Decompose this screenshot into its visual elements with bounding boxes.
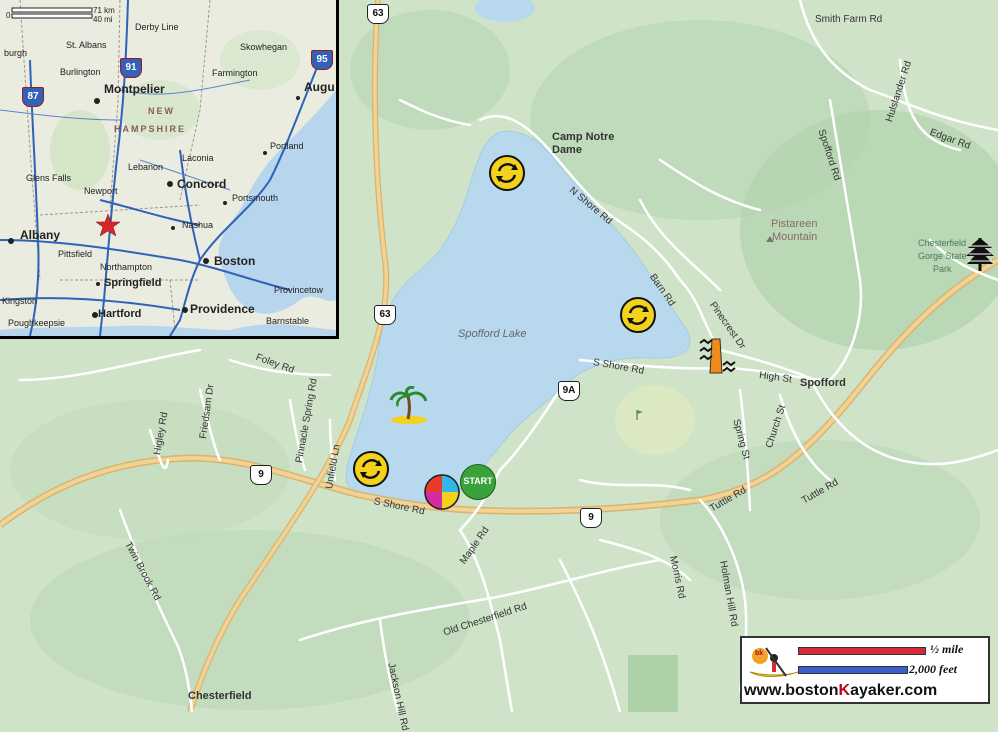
inset-label-montpelier: Montpelier — [104, 82, 165, 96]
palm-island-icon[interactable] — [388, 386, 432, 426]
inset-label-burlington: Burlington — [60, 67, 101, 77]
inset-label-provincetow: Provincetow — [274, 285, 324, 295]
inset-label-kingston: Kingston — [2, 296, 38, 306]
inset-interstate-95: 95 — [311, 50, 333, 70]
inset-scale-zero: 0 — [6, 11, 11, 20]
marker-circular-1[interactable] — [489, 155, 525, 191]
url-k: K — [838, 682, 851, 699]
inset-label-newport: Newport — [84, 186, 118, 196]
start-label: START — [463, 476, 493, 486]
inset-label-st-albans: St. Albans — [66, 40, 107, 50]
scale-bar-red — [798, 647, 926, 655]
inset-label-nashua: Nashua — [182, 220, 214, 230]
inset-label-derby-line: Derby Line — [135, 22, 179, 32]
place-label-gorge-1: Chesterfield — [918, 238, 967, 248]
url-prefix: www.boston — [744, 682, 839, 699]
inset-label-state-line1: NEW — [148, 106, 175, 116]
inset-label-northampton: Northampton — [100, 262, 153, 272]
inset-label-providence: Providence — [190, 302, 255, 316]
inset-label-portland: Portland — [270, 141, 304, 151]
inset-label-springfield: Springfield — [104, 277, 162, 289]
route-shield-9-east: 9 — [580, 508, 602, 528]
locator-inset-map: 0 71 km 40 mi Derby Line burgh St. Alban… — [0, 0, 339, 339]
inset-label-poughkeepsie: Poughkeepsie — [8, 318, 66, 328]
inset-label-portsmouth: Portsmouth — [232, 193, 279, 203]
place-label-gorge-3: Park — [933, 264, 952, 274]
kayaker-logo-icon — [749, 647, 799, 677]
lake-label: Spofford Lake — [458, 328, 527, 340]
boston-kayaker-logo[interactable]: bk ½ mile 2,000 feet www.bostonKayaker.c… — [740, 636, 990, 704]
route-shield-9-west: 9 — [250, 465, 272, 485]
scale-bar-blue — [798, 666, 908, 674]
inset-scale-km: 71 km — [93, 6, 115, 15]
town-label-camp-notre-2: Dame — [552, 144, 582, 156]
url-suffix: ayaker.com — [850, 682, 938, 699]
scale-half-mile: ½ mile — [930, 642, 964, 656]
inset-label-augu: Augu — [304, 80, 335, 94]
inset-label-boston: Boston — [214, 254, 256, 268]
town-label-chesterfield: Chesterfield — [188, 690, 252, 702]
marker-circular-3[interactable] — [353, 451, 389, 487]
logo-badge: bk — [755, 650, 764, 657]
route-shield-63-north: 63 — [367, 4, 389, 24]
inset-label-laconia: Laconia — [182, 153, 214, 163]
place-label-pistareen-2: Mountain — [772, 231, 818, 243]
inset-scale-mi: 40 mi — [93, 15, 113, 24]
road-label-smith-farm: Smith Farm Rd — [815, 14, 883, 25]
state-park-tree-icon[interactable] — [964, 234, 996, 272]
inset-label-concord: Concord — [177, 177, 227, 191]
route-shield-9a: 9A — [558, 381, 580, 401]
route-shield-63-mid: 63 — [374, 305, 396, 325]
marker-circular-2[interactable] — [620, 297, 656, 333]
place-label-pistareen-1: Pistareen — [771, 218, 818, 230]
inset-label-lebanon: Lebanon — [128, 162, 164, 172]
inset-label-glens-falls: Glens Falls — [26, 173, 72, 183]
inset-label-farmington: Farmington — [212, 68, 258, 78]
town-label-spofford: Spofford — [800, 377, 846, 389]
place-label-gorge-2: Gorge State — [918, 251, 967, 261]
town-label-camp-notre-1: Camp Notre — [552, 131, 615, 143]
inset-label-hartford: Hartford — [98, 308, 142, 320]
inset-label-albany: Albany — [20, 228, 61, 242]
inset-interstate-91: 91 — [120, 58, 142, 78]
inset-label-state-line2: HAMPSHIRE — [114, 124, 187, 134]
inset-label-pittsfield: Pittsfield — [58, 249, 93, 259]
start-marker[interactable]: START — [460, 464, 496, 500]
inset-label-skowhegan: Skowhegan — [240, 42, 288, 52]
inset-label-burgh: burgh — [4, 48, 28, 58]
beach-ball-icon[interactable] — [423, 473, 461, 511]
scale-feet: 2,000 feet — [909, 662, 957, 676]
site-url[interactable]: www.bostonKayaker.com — [744, 682, 937, 700]
dam-icon[interactable] — [698, 337, 738, 377]
inset-interstate-87: 87 — [22, 87, 44, 107]
inset-label-barnstable: Barnstable — [266, 316, 310, 326]
